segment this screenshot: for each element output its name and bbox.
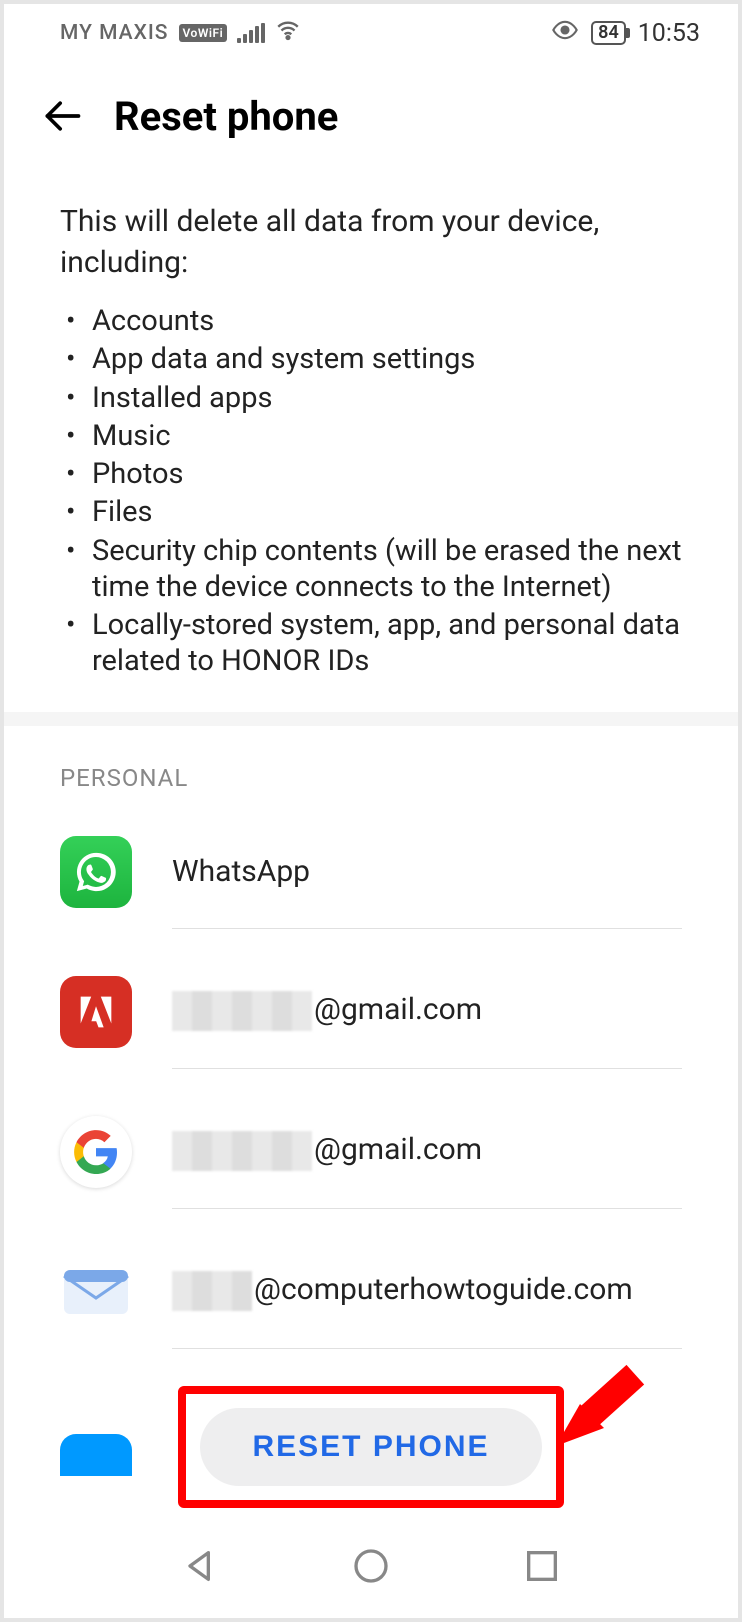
eye-icon: [551, 16, 579, 50]
description-block: This will delete all data from your devi…: [4, 164, 738, 712]
carrier-label: MY MAXIS: [60, 21, 169, 45]
nav-home-button[interactable]: [341, 1536, 401, 1600]
vowifi-badge: VoWiFi: [179, 24, 228, 42]
clock: 10:53: [638, 19, 700, 48]
description-list: Accounts App data and system settings In…: [60, 303, 682, 680]
account-row-google[interactable]: @gmail.com: [60, 1082, 682, 1222]
redacted-text: [172, 1131, 312, 1171]
annotation-highlight: RESET PHONE: [178, 1386, 563, 1508]
list-item: Accounts: [60, 303, 682, 339]
whatsapp-icon: [60, 836, 132, 908]
page-title: Reset phone: [114, 93, 338, 140]
list-item: Locally-stored system, app, and personal…: [60, 607, 682, 680]
list-item: Files: [60, 494, 682, 530]
redacted-text: [172, 991, 312, 1031]
nav-back-button[interactable]: [170, 1536, 230, 1600]
wifi-icon: [275, 17, 301, 49]
battery-indicator: 84: [591, 21, 626, 45]
account-label: @gmail.com: [172, 991, 482, 1031]
annotation-arrow-icon: [544, 1338, 664, 1462]
list-item: Music: [60, 418, 682, 454]
battery-level: 84: [598, 22, 619, 43]
back-button[interactable]: [38, 92, 86, 140]
account-row-adobe[interactable]: @gmail.com: [60, 942, 682, 1082]
account-label: @gmail.com: [172, 1131, 482, 1171]
section-personal-label: PERSONAL: [4, 726, 738, 802]
account-label: @computerhowtoguide.com: [172, 1271, 633, 1311]
list-item: Security chip contents (will be erased t…: [60, 533, 682, 606]
list-item: Installed apps: [60, 380, 682, 416]
signal-icon: [237, 23, 265, 43]
nav-bar: [4, 1518, 738, 1618]
adobe-icon: [60, 976, 132, 1048]
status-bar: MY MAXIS VoWiFi 84 10:53: [4, 4, 738, 60]
account-label: WhatsApp: [172, 854, 310, 889]
nav-recents-button[interactable]: [512, 1536, 572, 1600]
reset-phone-button[interactable]: RESET PHONE: [200, 1408, 541, 1486]
email-icon: [60, 1256, 132, 1328]
google-icon: [60, 1116, 132, 1188]
list-item: App data and system settings: [60, 341, 682, 377]
header: Reset phone: [4, 60, 738, 164]
redacted-text: [172, 1271, 252, 1311]
description-intro: This will delete all data from your devi…: [60, 202, 682, 283]
account-row-whatsapp[interactable]: WhatsApp: [60, 802, 682, 942]
list-item: Photos: [60, 456, 682, 492]
